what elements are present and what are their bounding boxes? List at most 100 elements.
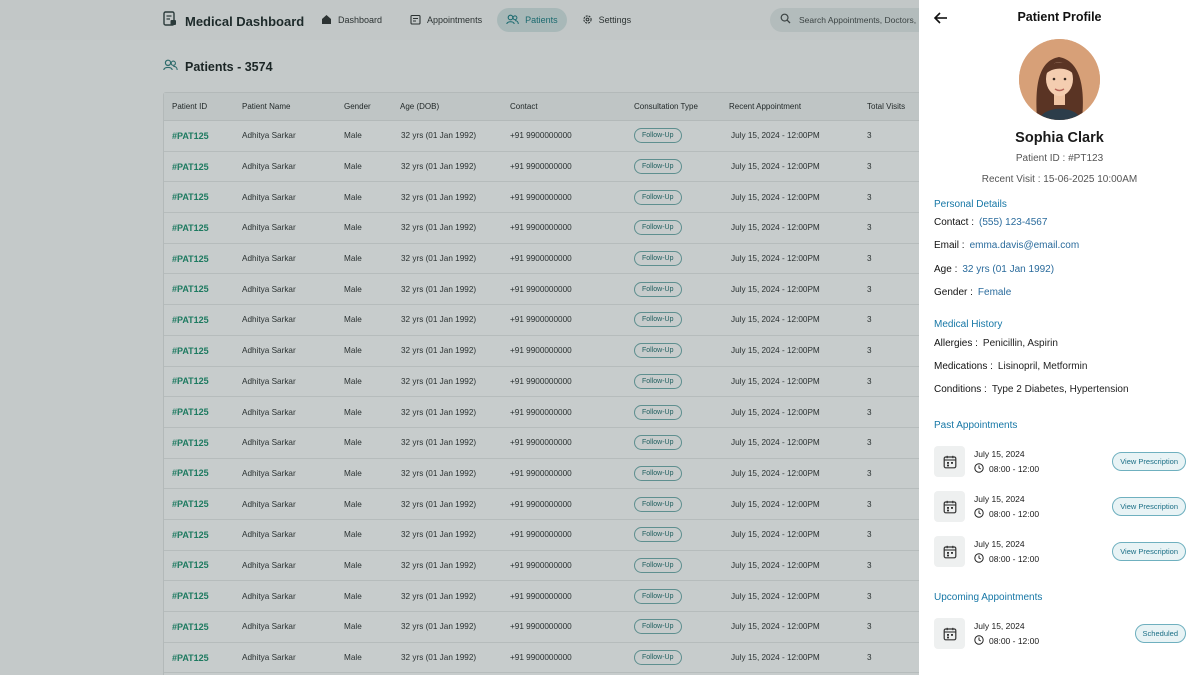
table-row[interactable]: #PAT125Adhitya Sarkar Male 32 yrs (01 Jan … (164, 428, 922, 459)
table-row[interactable]: #PAT125Adhitya Sarkar Male 32 yrs (01 Jan … (164, 213, 922, 244)
col-recent-appointment[interactable]: Recent Appointment (729, 102, 867, 111)
consultation-type-cell: Follow-Up (634, 312, 729, 328)
recent-appointment-cell: July 15, 2024 - 12:00PM (731, 315, 820, 325)
consultation-type-cell: Follow-Up (634, 343, 729, 359)
col-gender[interactable]: Gender (344, 102, 400, 111)
patient-id-cell[interactable]: #PAT125 (164, 131, 242, 141)
consultation-type-cell: Follow-Up (634, 251, 729, 267)
patient-name-cell: Adhitya Sarkar (242, 284, 296, 294)
col-age[interactable]: Age (DOB) (400, 102, 510, 111)
consultation-type-cell: Follow-Up (634, 220, 729, 236)
scheduled-badge[interactable]: Scheduled (1134, 624, 1186, 643)
contact-cell: +91 9900000000 (510, 468, 572, 478)
appointment-time: 08:00 - 12:00 (974, 508, 1039, 520)
appointment-time-text: 08:00 - 12:00 (989, 636, 1040, 646)
table-row[interactable]: #PAT125Adhitya Sarkar Male 32 yrs (01 Jan … (164, 551, 922, 582)
nav-appointments[interactable]: Appointments (401, 8, 491, 32)
consultation-type-cell: Follow-Up (634, 496, 729, 512)
table-row[interactable]: #PAT125Adhitya Sarkar Male 32 yrs (01 Jan … (164, 581, 922, 612)
patient-id-cell[interactable]: #PAT125 (164, 468, 242, 478)
col-consultation-type[interactable]: Consultation Type (634, 102, 729, 111)
gender-cell: Male (344, 622, 362, 632)
consultation-type-badge: Follow-Up (634, 251, 682, 267)
patient-id-cell[interactable]: #PAT125 (164, 407, 242, 417)
age-cell: 32 yrs (01 Jan 1992) (401, 131, 477, 141)
age-cell: 32 yrs (01 Jan 1992) (401, 192, 477, 202)
patient-id-cell[interactable]: #PAT125 (164, 315, 242, 325)
avatar (1019, 39, 1100, 120)
table-row[interactable]: #PAT125Adhitya Sarkar Male 32 yrs (01 Jan … (164, 489, 922, 520)
col-total-visits[interactable]: Total Visits (867, 102, 922, 111)
patient-name-cell: Adhitya Sarkar (242, 407, 296, 417)
calendar-icon (934, 446, 965, 477)
age-value: 32 yrs (01 Jan 1992) (962, 264, 1055, 275)
patient-id-cell[interactable]: #PAT125 (164, 284, 242, 294)
clock-icon (974, 553, 984, 565)
table-row[interactable]: #PAT125Adhitya Sarkar Male 32 yrs (01 Jan … (164, 336, 922, 367)
patient-id-cell[interactable]: #PAT125 (164, 591, 242, 601)
col-patient-name[interactable]: Patient Name (242, 102, 344, 111)
table-row[interactable]: #PAT125Adhitya Sarkar Male 32 yrs (01 Jan … (164, 459, 922, 490)
patient-id-cell[interactable]: #PAT125 (164, 560, 242, 570)
patient-id-cell[interactable]: #PAT125 (164, 530, 242, 540)
patient-id-cell[interactable]: #PAT125 (164, 622, 242, 632)
patient-id-cell[interactable]: #PAT125 (164, 254, 242, 264)
brand[interactable]: Medical Dashboard (163, 11, 304, 31)
gear-icon (582, 14, 593, 27)
recent-appointment-cell: July 15, 2024 - 12:00PM (731, 499, 820, 509)
patient-id-cell[interactable]: #PAT125 (164, 499, 242, 509)
table-row[interactable]: #PAT125Adhitya Sarkar Male 32 yrs (01 Jan … (164, 152, 922, 183)
nav-dashboard[interactable]: Dashboard (312, 8, 391, 32)
view-prescription-button[interactable]: View Prescription (1112, 452, 1186, 471)
past-appointment-item: July 15, 2024 08:00 - 12:00 View Prescri… (934, 491, 1186, 523)
table-row[interactable]: #PAT125Adhitya Sarkar Male 32 yrs (01 Jan … (164, 305, 922, 336)
contact-cell: +91 9900000000 (510, 438, 572, 448)
patient-id-cell[interactable]: #PAT125 (164, 376, 242, 386)
table-row[interactable]: #PAT125Adhitya Sarkar Male 32 yrs (01 Jan … (164, 397, 922, 428)
age-cell: 32 yrs (01 Jan 1992) (401, 468, 477, 478)
consultation-type-cell: Follow-Up (634, 128, 729, 144)
appointment-time: 08:00 - 12:00 (974, 553, 1039, 565)
clipboard-icon (163, 11, 177, 31)
table-row[interactable]: #PAT125Adhitya Sarkar Male 32 yrs (01 Jan … (164, 182, 922, 214)
col-patient-id[interactable]: Patient ID (164, 102, 242, 111)
age-cell: 32 yrs (01 Jan 1992) (401, 315, 477, 325)
table-row[interactable]: #PAT125Adhitya Sarkar Male 32 yrs (01 Jan … (164, 367, 922, 398)
nav-patients-label: Patients (525, 15, 558, 25)
patient-id-cell[interactable]: #PAT125 (164, 162, 242, 172)
search-input[interactable] (799, 15, 939, 25)
table-row[interactable]: #PAT125Adhitya Sarkar Male 32 yrs (01 Jan … (164, 274, 922, 306)
col-contact[interactable]: Contact (510, 102, 634, 111)
consultation-type-badge: Follow-Up (634, 189, 682, 205)
recent-appointment-cell: July 15, 2024 - 12:00PM (731, 530, 820, 540)
view-prescription-button[interactable]: View Prescription (1112, 497, 1186, 516)
contact-cell: +91 9900000000 (510, 560, 572, 570)
total-visits-cell: 3 (867, 530, 872, 540)
age-cell: 32 yrs (01 Jan 1992) (401, 653, 477, 663)
nav-patients[interactable]: Patients (497, 8, 567, 32)
nav-settings[interactable]: Settings (573, 8, 641, 32)
patient-id-cell[interactable]: #PAT125 (164, 438, 242, 448)
upcoming-appointment-item: July 15, 2024 08:00 - 12:00 Scheduled (934, 618, 1186, 650)
consultation-type-badge: Follow-Up (634, 557, 682, 573)
recent-appointment-cell: July 15, 2024 - 12:00PM (731, 162, 820, 172)
patient-id-cell[interactable]: #PAT125 (164, 192, 242, 202)
table-row[interactable]: #PAT125Adhitya Sarkar Male 32 yrs (01 Jan … (164, 612, 922, 643)
view-prescription-button[interactable]: View Prescription (1112, 542, 1186, 561)
contact-value[interactable]: (555) 123-4567 (979, 217, 1047, 228)
recent-appointment-cell: July 15, 2024 - 12:00PM (731, 284, 820, 294)
table-row[interactable]: #PAT125Adhitya Sarkar Male 32 yrs (01 Jan … (164, 643, 922, 674)
appointment-date: July 15, 2024 (974, 621, 1025, 631)
total-visits-cell: 3 (867, 468, 872, 478)
patient-id-cell[interactable]: #PAT125 (164, 653, 242, 663)
table-row[interactable]: #PAT125Adhitya Sarkar Male 32 yrs (01 Jan … (164, 244, 922, 275)
table-row[interactable]: #PAT125Adhitya Sarkar Male 32 yrs (01 Jan … (164, 520, 922, 551)
gender-cell: Male (344, 162, 362, 172)
total-visits-cell: 3 (867, 346, 872, 356)
table-row[interactable]: #PAT125Adhitya Sarkar Male 32 yrs (01 Jan … (164, 121, 922, 152)
patient-id-cell[interactable]: #PAT125 (164, 346, 242, 356)
email-value[interactable]: emma.davis@email.com (970, 240, 1080, 251)
patient-id-cell[interactable]: #PAT125 (164, 223, 242, 233)
search-icon (780, 11, 791, 29)
contact-cell: +91 9900000000 (510, 315, 572, 325)
